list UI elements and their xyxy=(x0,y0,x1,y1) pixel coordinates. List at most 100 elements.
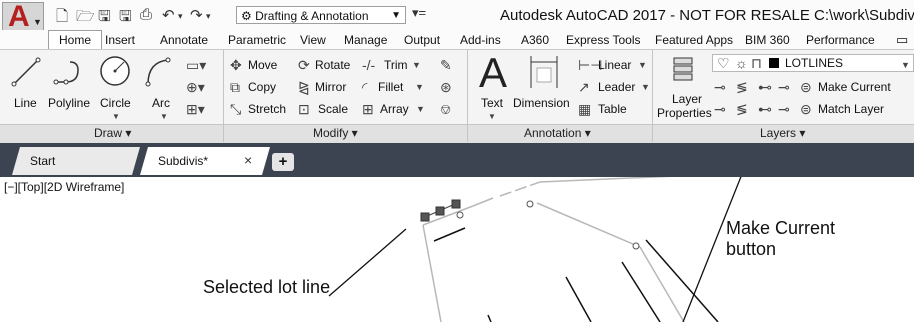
tab-manage[interactable]: Manage xyxy=(344,32,387,49)
modify-panel-title[interactable]: Modify ▾ xyxy=(313,126,358,140)
line-icon[interactable] xyxy=(10,56,42,88)
fillet-button[interactable]: Fillet xyxy=(378,80,403,94)
linear-button[interactable]: Linear xyxy=(598,58,631,72)
tab-output[interactable]: Output xyxy=(404,32,440,49)
tab-bim-360[interactable]: BIM 360 xyxy=(745,32,790,49)
copy-icon: ⧉ xyxy=(230,79,240,95)
tab-featured-apps[interactable]: Featured Apps xyxy=(655,32,733,49)
polyline-icon[interactable] xyxy=(52,56,86,88)
line-button[interactable]: Line xyxy=(14,96,37,110)
lot-line xyxy=(536,202,641,248)
save-icon[interactable]: 🖫 xyxy=(98,6,111,31)
annotation-panel-title[interactable]: Annotation ▾ xyxy=(524,126,591,140)
application-menu-button[interactable]: A ▼ xyxy=(2,0,44,33)
tab-view[interactable]: View xyxy=(300,32,326,49)
chevron-down-icon[interactable]: ▼ xyxy=(488,110,496,124)
stretch-button[interactable]: Stretch xyxy=(248,102,286,116)
scale-button[interactable]: Scale xyxy=(318,102,348,116)
grip-square[interactable] xyxy=(420,212,430,222)
tab-a360[interactable]: A360 xyxy=(521,32,549,49)
table-icon: ▦ xyxy=(578,101,592,117)
circle-button[interactable]: Circle xyxy=(100,96,131,110)
tab-insert[interactable]: Insert xyxy=(105,32,135,49)
explode-icon[interactable]: ⊛ xyxy=(440,80,452,94)
chevron-down-icon[interactable]: ▼ xyxy=(412,58,421,72)
layer-unisolate-icon[interactable]: ≶ xyxy=(736,102,748,116)
layer-on-icon[interactable]: ⊸ xyxy=(714,102,726,116)
mirror-button[interactable]: Mirror xyxy=(315,80,346,94)
mirror-icon: ⧎ xyxy=(298,79,310,95)
copy-button[interactable]: Copy xyxy=(248,80,276,94)
open-folder-icon[interactable]: 🗁 xyxy=(76,6,95,31)
chevron-down-icon[interactable]: ▼ xyxy=(416,102,425,116)
tab-annotate[interactable]: Annotate xyxy=(160,32,208,49)
layer-freeze-icon[interactable]: ⊷ xyxy=(758,80,772,94)
rectangle-icon[interactable]: ▭▾ xyxy=(186,58,206,72)
leader-button[interactable]: Leader xyxy=(598,80,635,94)
save-as-icon[interactable]: 🖫 xyxy=(119,6,132,31)
grip-point[interactable] xyxy=(632,242,640,250)
file-tab-start[interactable]: Start xyxy=(12,147,140,175)
grip-point[interactable] xyxy=(456,211,464,219)
arc-icon[interactable] xyxy=(142,56,172,88)
trim-button[interactable]: Trim xyxy=(384,58,408,72)
tab-performance[interactable]: Performance xyxy=(806,32,875,49)
polyline-button[interactable]: Polyline xyxy=(48,96,90,110)
text-button[interactable]: Text xyxy=(481,96,503,110)
text-icon[interactable]: A xyxy=(479,52,507,94)
dimension-button[interactable]: Dimension xyxy=(513,96,570,110)
layer-properties-label-2[interactable]: Properties xyxy=(657,106,712,120)
tab-home[interactable]: Home xyxy=(48,30,103,50)
grip-square[interactable] xyxy=(451,199,461,209)
close-icon[interactable]: × xyxy=(244,152,252,168)
tab-express-tools[interactable]: Express Tools xyxy=(566,32,640,49)
customize-toolbar-icon[interactable]: ▾= xyxy=(412,5,426,21)
erase-icon[interactable]: ✎ xyxy=(440,58,452,72)
chevron-down-icon[interactable]: ▼ xyxy=(638,58,647,72)
grip-point[interactable] xyxy=(526,200,534,208)
dimension-icon[interactable] xyxy=(527,54,561,90)
boundary-icon[interactable]: ⊞▾ xyxy=(186,102,205,116)
make-current-icon: ⊜ xyxy=(800,79,812,95)
circle-icon[interactable] xyxy=(98,54,132,88)
chevron-down-icon[interactable]: ▼ xyxy=(641,80,650,94)
plot-icon[interactable]: ⎙ xyxy=(140,6,152,23)
tab-add-ins[interactable]: Add-ins xyxy=(460,32,501,49)
undo-dropdown-icon[interactable]: ▾ xyxy=(178,11,183,22)
lot-line xyxy=(472,197,494,207)
redo-dropdown-icon[interactable]: ▾ xyxy=(206,11,211,22)
redo-icon[interactable]: ↷ xyxy=(190,6,203,24)
layer-properties-icon[interactable] xyxy=(668,54,698,88)
layers-panel-title[interactable]: Layers ▾ xyxy=(760,126,805,140)
rotate-button[interactable]: Rotate xyxy=(315,58,350,72)
new-tab-button[interactable]: + xyxy=(272,153,294,171)
layer-lock-icon[interactable]: ⊸ xyxy=(778,80,790,94)
undo-icon[interactable]: ↶ xyxy=(162,6,175,24)
arc-button[interactable]: Arc xyxy=(152,96,170,110)
chevron-down-icon[interactable]: ▼ xyxy=(160,110,168,124)
layer-isolate-icon[interactable]: ≶ xyxy=(736,80,748,94)
ribbon-minimize-icon[interactable]: ▭ xyxy=(896,32,908,48)
layer-unlock-icon[interactable]: ⊸ xyxy=(778,102,790,116)
layer-thaw-icon[interactable]: ⊷ xyxy=(758,102,772,116)
tab-parametric[interactable]: Parametric xyxy=(228,32,286,49)
move-button[interactable]: Move xyxy=(248,58,277,72)
grip-square[interactable] xyxy=(435,206,445,216)
draw-panel-title[interactable]: Draw ▾ xyxy=(94,126,131,140)
match-layer-button[interactable]: Match Layer xyxy=(818,102,884,116)
make-current-button[interactable]: Make Current xyxy=(818,80,891,94)
layer-dropdown[interactable]: ♡ ☼ ⊓ LOTLINES ▼ xyxy=(712,54,914,72)
unlock-icon: ⊓ xyxy=(751,55,762,71)
lightbulb-icon: ♡ xyxy=(717,55,730,71)
layer-properties-label-1[interactable]: Layer xyxy=(672,92,702,106)
table-button[interactable]: Table xyxy=(598,102,627,116)
new-icon[interactable]: 🗋 xyxy=(56,6,68,31)
hatch-icon[interactable]: ⊕▾ xyxy=(186,80,205,94)
make-current-callout-line1: Make Current xyxy=(726,218,836,238)
layer-off-icon[interactable]: ⊸ xyxy=(714,80,726,94)
chevron-down-icon[interactable]: ▼ xyxy=(112,110,120,124)
workspace-dropdown[interactable]: ⚙ Drafting & Annotation ▼ xyxy=(236,6,406,24)
chevron-down-icon[interactable]: ▼ xyxy=(415,80,424,94)
array-button[interactable]: Array xyxy=(380,102,409,116)
offset-icon[interactable]: ⎊ xyxy=(440,102,451,116)
